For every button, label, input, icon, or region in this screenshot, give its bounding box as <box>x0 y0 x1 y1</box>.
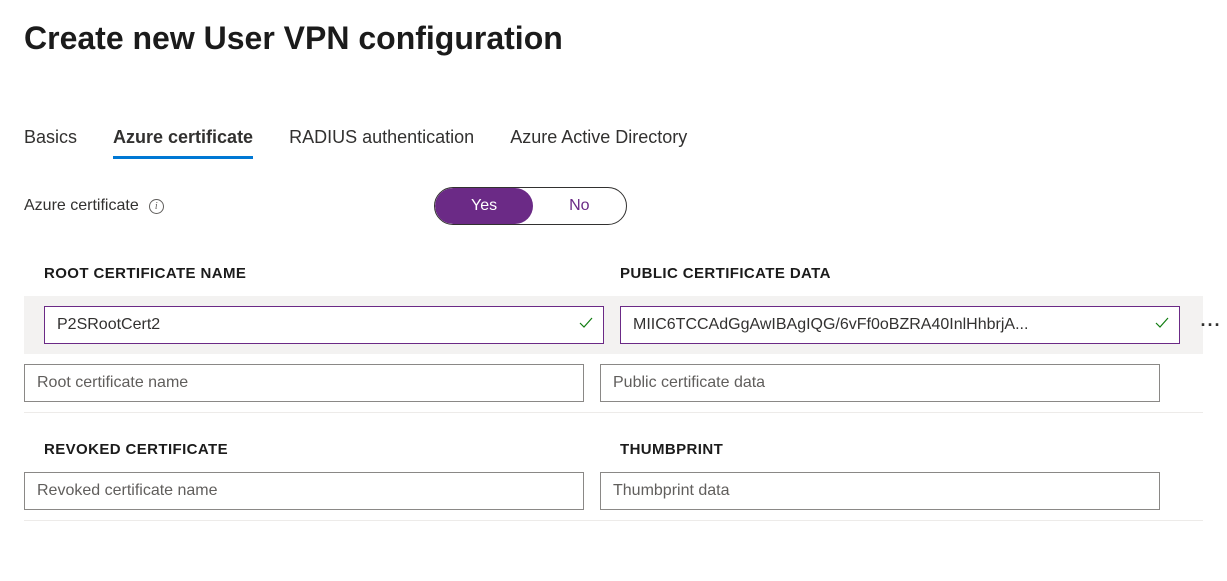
more-actions-button[interactable]: ··· <box>1196 306 1226 344</box>
tab-basics[interactable]: Basics <box>24 127 77 159</box>
revoked-cert-row <box>24 472 1203 521</box>
revoked-cert-name-input[interactable] <box>24 472 584 510</box>
thumbprint-input[interactable] <box>600 472 1160 510</box>
page-title: Create new User VPN configuration <box>24 20 1203 57</box>
toggle-no[interactable]: No <box>533 188 625 224</box>
root-cert-name-input-1[interactable] <box>44 306 604 344</box>
yes-no-toggle: Yes No <box>434 187 627 225</box>
header-revoked-certificate: REVOKED CERTIFICATE <box>44 441 604 458</box>
toggle-yes[interactable]: Yes <box>435 188 533 224</box>
root-cert-row-1: ··· <box>24 296 1203 354</box>
public-cert-data-input-2[interactable] <box>600 364 1160 402</box>
header-public-certificate-data: PUBLIC CERTIFICATE DATA <box>620 265 1180 282</box>
header-thumbprint: THUMBPRINT <box>620 441 1180 458</box>
root-cert-row-2 <box>24 364 1203 413</box>
azure-certificate-toggle-row: Azure certificate i Yes No <box>24 187 1203 225</box>
tab-azure-certificate[interactable]: Azure certificate <box>113 127 253 159</box>
root-cert-name-input-2[interactable] <box>24 364 584 402</box>
tab-list: Basics Azure certificate RADIUS authenti… <box>24 127 1203 159</box>
info-icon[interactable]: i <box>149 199 164 214</box>
tab-radius-authentication[interactable]: RADIUS authentication <box>289 127 474 159</box>
public-cert-data-input-1[interactable] <box>620 306 1180 344</box>
azure-certificate-label: Azure certificate <box>24 197 139 215</box>
header-root-certificate-name: ROOT CERTIFICATE NAME <box>44 265 604 282</box>
tab-azure-active-directory[interactable]: Azure Active Directory <box>510 127 687 159</box>
